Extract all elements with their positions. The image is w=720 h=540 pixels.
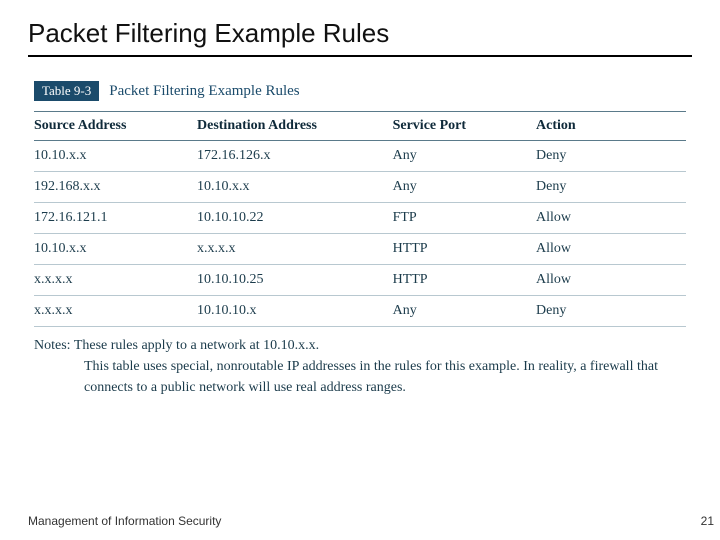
cell-action: Deny [536,172,686,203]
cell-source: 10.10.x.x [34,141,197,172]
cell-action: Allow [536,203,686,234]
table-badge: Table 9-3 [34,81,99,101]
cell-action: Deny [536,296,686,327]
slide-footer: Management of Information Security 21 [28,514,720,528]
table-wrap: Table 9-3 Packet Filtering Example Rules… [28,81,692,398]
cell-action: Allow [536,265,686,296]
cell-dest: x.x.x.x [197,234,393,265]
cell-port: FTP [393,203,536,234]
table-notes: Notes: These rules apply to a network at… [34,335,686,398]
cell-port: Any [393,296,536,327]
table-caption: Packet Filtering Example Rules [109,83,299,100]
cell-dest: 10.10.x.x [197,172,393,203]
cell-dest: 10.10.10.22 [197,203,393,234]
cell-source: 172.16.121.1 [34,203,197,234]
notes-line1: These rules apply to a network at 10.10.… [74,338,319,353]
col-source: Source Address [34,112,197,141]
rules-table: Source Address Destination Address Servi… [34,111,686,327]
cell-source: 192.168.x.x [34,172,197,203]
cell-source: x.x.x.x [34,296,197,327]
cell-port: HTTP [393,265,536,296]
table-row: 10.10.x.x 172.16.126.x Any Deny [34,141,686,172]
cell-dest: 10.10.10.x [197,296,393,327]
cell-port: Any [393,172,536,203]
slide-title: Packet Filtering Example Rules [28,18,692,49]
cell-dest: 172.16.126.x [197,141,393,172]
cell-port: HTTP [393,234,536,265]
table-row: x.x.x.x 10.10.10.x Any Deny [34,296,686,327]
col-port: Service Port [393,112,536,141]
cell-action: Allow [536,234,686,265]
cell-source: 10.10.x.x [34,234,197,265]
cell-action: Deny [536,141,686,172]
cell-dest: 10.10.10.25 [197,265,393,296]
cell-source: x.x.x.x [34,265,197,296]
cell-port: Any [393,141,536,172]
table-row: 10.10.x.x x.x.x.x HTTP Allow [34,234,686,265]
footer-text: Management of Information Security [28,514,221,528]
table-header-row: Table 9-3 Packet Filtering Example Rules [34,81,686,101]
notes-label: Notes: [34,335,71,356]
title-divider [28,55,692,57]
table-row: x.x.x.x 10.10.10.25 HTTP Allow [34,265,686,296]
col-dest: Destination Address [197,112,393,141]
col-action: Action [536,112,686,141]
page-number: 21 [701,514,720,528]
table-row: 192.168.x.x 10.10.x.x Any Deny [34,172,686,203]
table-header: Source Address Destination Address Servi… [34,112,686,141]
table-row: 172.16.121.1 10.10.10.22 FTP Allow [34,203,686,234]
notes-rest: This table uses special, nonroutable IP … [34,356,686,398]
